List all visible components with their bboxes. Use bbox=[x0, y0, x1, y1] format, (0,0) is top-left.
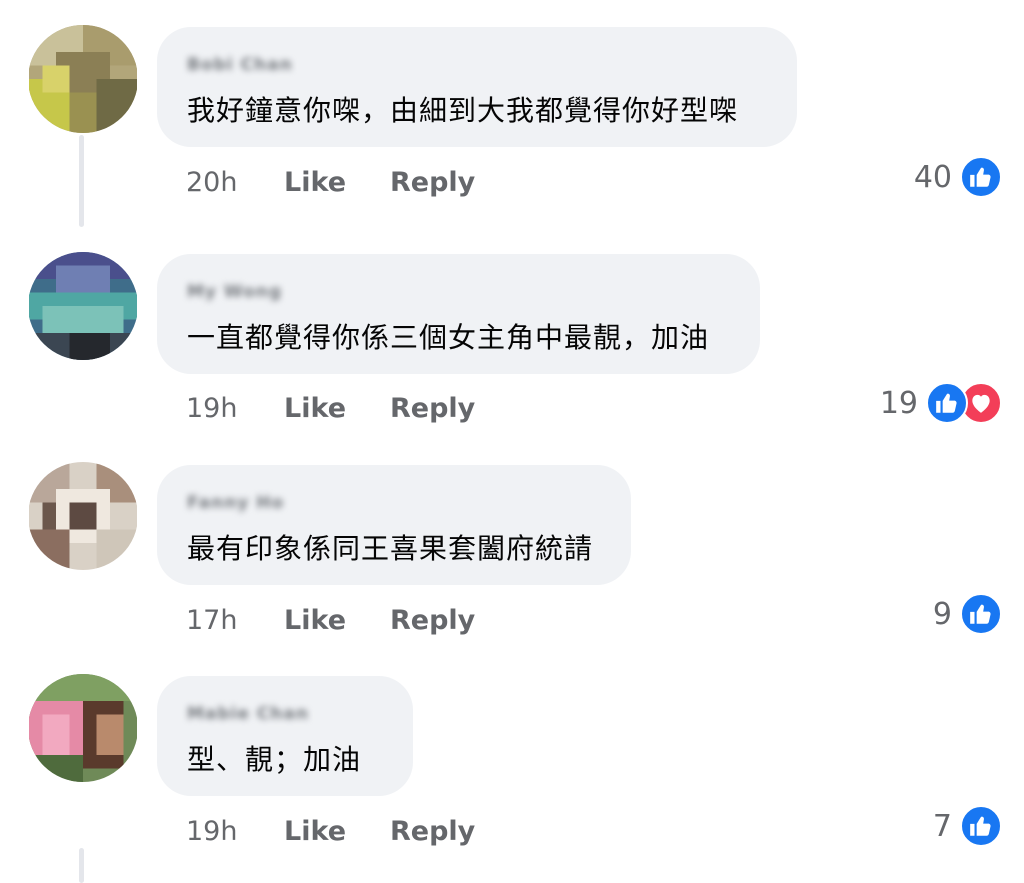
thread-line bbox=[79, 135, 84, 227]
comment-actions: 17h Like Reply bbox=[186, 600, 475, 640]
comment-actions: 19h Like Reply bbox=[186, 811, 475, 851]
comment-actions: 20h Like Reply bbox=[186, 162, 475, 202]
like-icon bbox=[926, 382, 968, 424]
comment-author[interactable]: Fanny Ho bbox=[187, 493, 284, 513]
reaction-count: 40 bbox=[913, 159, 952, 195]
comment-text: 一直都覺得你係三個女主角中最靚，加油 bbox=[187, 321, 710, 354]
comment-text: 最有印象係同王喜果套闔府統請 bbox=[187, 532, 594, 565]
reaction-count: 7 bbox=[932, 808, 952, 844]
comment-text: 型、靚；加油 bbox=[187, 743, 362, 776]
comment-author[interactable]: Mabie Chan bbox=[187, 704, 309, 724]
reaction-count: 9 bbox=[932, 596, 952, 632]
like-icon bbox=[960, 156, 1002, 198]
reaction-summary[interactable]: 19 bbox=[880, 381, 1002, 425]
comment-time[interactable]: 19h bbox=[186, 816, 284, 847]
like-icon bbox=[960, 805, 1002, 847]
comment-author[interactable]: My Wong bbox=[187, 282, 282, 302]
comment-bubble: Bobi Chan 我好鐘意你㗎，由細到大我都覺得你好型㗎 bbox=[157, 27, 797, 147]
comment-text: 我好鐘意你㗎，由細到大我都覺得你好型㗎 bbox=[187, 94, 739, 127]
reaction-summary[interactable]: 7 bbox=[933, 804, 1002, 848]
avatar[interactable] bbox=[28, 462, 138, 570]
comment-time[interactable]: 17h bbox=[186, 605, 284, 636]
comment-author[interactable]: Bobi Chan bbox=[187, 55, 293, 75]
comment-actions: 19h Like Reply bbox=[186, 388, 475, 428]
reply-button[interactable]: Reply bbox=[390, 816, 475, 847]
reaction-count: 19 bbox=[879, 385, 918, 421]
like-button[interactable]: Like bbox=[284, 167, 390, 198]
avatar[interactable] bbox=[28, 674, 138, 782]
comment-bubble: Mabie Chan 型、靚；加油 bbox=[157, 676, 413, 796]
reply-button[interactable]: Reply bbox=[390, 167, 475, 198]
reply-button[interactable]: Reply bbox=[390, 605, 475, 636]
comment-time[interactable]: 19h bbox=[186, 393, 284, 424]
reaction-summary[interactable]: 40 bbox=[914, 155, 1002, 199]
comment-bubble: Fanny Ho 最有印象係同王喜果套闔府統請 bbox=[157, 465, 631, 585]
comment-time[interactable]: 20h bbox=[186, 167, 284, 198]
avatar[interactable] bbox=[28, 25, 138, 133]
comment-bubble: My Wong 一直都覺得你係三個女主角中最靚，加油 bbox=[157, 254, 760, 374]
like-button[interactable]: Like bbox=[284, 605, 390, 636]
reaction-summary[interactable]: 9 bbox=[933, 592, 1002, 636]
reply-button[interactable]: Reply bbox=[390, 393, 475, 424]
avatar[interactable] bbox=[28, 252, 138, 360]
like-button[interactable]: Like bbox=[284, 393, 390, 424]
like-icon bbox=[960, 593, 1002, 635]
thread-line bbox=[79, 848, 84, 883]
like-button[interactable]: Like bbox=[284, 816, 390, 847]
